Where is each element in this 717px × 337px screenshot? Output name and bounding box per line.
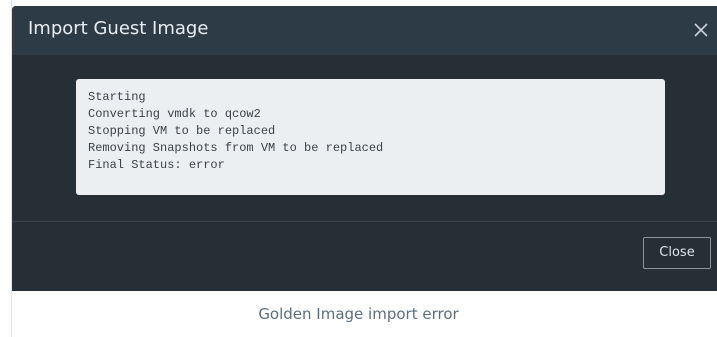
log-line: Removing Snapshots from VM to be replace… [88, 141, 384, 155]
page: Import Guest Image Starting Converting v… [0, 0, 717, 337]
figure-caption: Golden Image import error [258, 305, 459, 323]
log-line: Stopping VM to be replaced [88, 124, 276, 138]
log-line: Converting vmdk to qcow2 [88, 107, 261, 121]
log-line-final-status: Final Status: error [88, 158, 225, 172]
close-button[interactable]: Close [643, 237, 711, 269]
footer-divider [12, 221, 717, 222]
dialog-body: Starting Converting vmdk to qcow2 Stoppi… [12, 55, 717, 227]
log-line: Starting [88, 90, 146, 104]
dialog-title: Import Guest Image [28, 18, 209, 39]
import-guest-image-dialog: Import Guest Image Starting Converting v… [12, 6, 717, 291]
close-icon[interactable] [691, 20, 711, 40]
dialog-header: Import Guest Image [12, 6, 717, 55]
status-log: Starting Converting vmdk to qcow2 Stoppi… [76, 79, 665, 195]
